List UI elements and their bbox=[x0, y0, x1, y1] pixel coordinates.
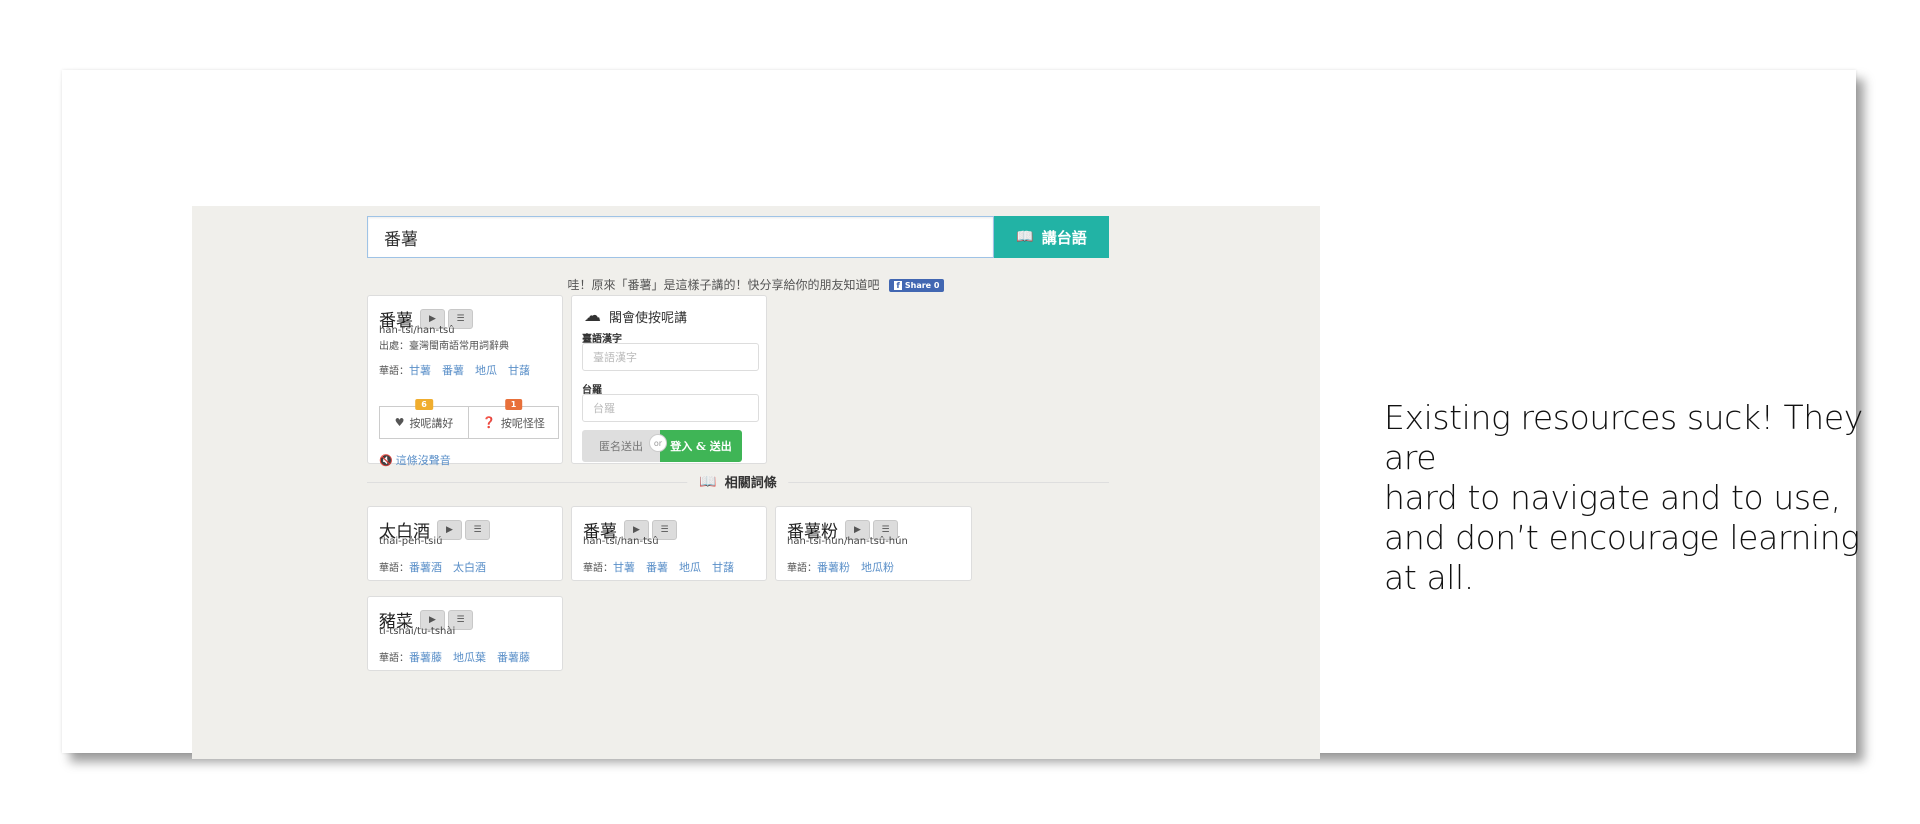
synonyms-label: 華語： bbox=[379, 653, 409, 664]
synonym-link[interactable]: 番薯 bbox=[646, 561, 668, 574]
cloud-upload-icon: ☁ bbox=[584, 306, 601, 326]
book-icon: 📖 bbox=[699, 473, 717, 490]
hanji-input[interactable] bbox=[582, 343, 759, 371]
or-separator: or bbox=[649, 434, 667, 452]
related-card: 番薯 ▶ ☰ han-tsî/han-tsû 華語：甘薯 番薯 地瓜 甘藷 bbox=[571, 506, 767, 581]
heart-icon: ♥ bbox=[394, 416, 405, 429]
related-romanization: han-tsî-hún/han-tsû-hún bbox=[787, 536, 908, 547]
synonyms-label: 華語： bbox=[379, 366, 409, 377]
mute-icon: 🔇 bbox=[379, 453, 393, 467]
synonym-link[interactable]: 地瓜 bbox=[475, 364, 497, 377]
related-card: 番薯粉 ▶ ☰ han-tsî-hún/han-tsû-hún 華語：番薯粉 地瓜… bbox=[775, 506, 972, 581]
vote-weird-label: 按呢怪怪 bbox=[500, 416, 545, 430]
synonym-link[interactable]: 甘薯 bbox=[613, 561, 635, 574]
synonym-link[interactable]: 番薯粉 bbox=[817, 561, 850, 574]
share-text: 哇！原來「番薯」是這樣子講的！快分享給你的朋友知道吧 bbox=[567, 278, 880, 292]
related-synonyms: 華語：番薯藤 地瓜葉 番薯藤 bbox=[379, 649, 541, 665]
synonym-link[interactable]: 甘薯 bbox=[409, 364, 431, 377]
share-message: 哇！原來「番薯」是這樣子講的！快分享給你的朋友知道吧 f Share 0 bbox=[192, 276, 1320, 293]
question-icon: ❓ bbox=[482, 416, 496, 429]
vote-good-button[interactable]: 6 ♥ 按呢講好 bbox=[379, 399, 469, 439]
search-input[interactable] bbox=[367, 216, 994, 258]
synonym-link[interactable]: 地瓜粉 bbox=[861, 561, 894, 574]
synonym-link[interactable]: 甘藷 bbox=[508, 364, 530, 377]
anonymous-submit-button[interactable]: 匿名送出 bbox=[582, 430, 660, 462]
related-card: 豬菜 ▶ ☰ ti-tshài/tu-tshài 華語：番薯藤 地瓜葉 番薯藤 bbox=[367, 596, 563, 671]
facebook-icon: f bbox=[894, 281, 902, 290]
vote-weird-button[interactable]: 1 ❓ 按呢怪怪 bbox=[469, 399, 559, 439]
entry-romanization: han-tsî/han-tsû bbox=[379, 325, 455, 336]
caption-line: Existing resources suck! They are bbox=[1384, 398, 1863, 477]
synonym-link[interactable]: 番薯藤 bbox=[409, 651, 442, 664]
related-romanization: thài-pe̍h-tsiú bbox=[379, 536, 443, 547]
dictionary-screenshot: 📖 講台語 哇！原來「番薯」是這樣子講的！快分享給你的朋友知道吧 fShare … bbox=[192, 206, 1320, 759]
vote-group: 6 ♥ 按呢講好 1 ❓ 按呢怪怪 bbox=[379, 399, 559, 439]
related-synonyms: 華語：番薯粉 地瓜粉 bbox=[787, 559, 905, 575]
list-icon[interactable]: ☰ bbox=[465, 519, 490, 540]
search-bar: 📖 講台語 bbox=[367, 216, 1109, 258]
related-synonyms: 華語：番薯酒 太白酒 bbox=[379, 559, 497, 575]
no-audio-label: 這條沒聲音 bbox=[395, 454, 451, 467]
no-audio-link[interactable]: 🔇 這條沒聲音 bbox=[379, 452, 451, 468]
contribute-title: 閣會使按呢講 bbox=[609, 310, 688, 326]
book-icon: 📖 bbox=[1016, 229, 1034, 245]
caption-line: and don’t encourage learning bbox=[1384, 518, 1860, 557]
synonyms-label: 華語： bbox=[583, 563, 613, 574]
contribute-card: ☁ 閣會使按呢講 臺語漢字 台羅 匿名送出 登入 & 送出 or bbox=[571, 295, 767, 464]
entry-card: 番薯 ▶ ☰ han-tsî/han-tsû 出處：臺灣閩南語常用詞辭典 華語：… bbox=[367, 295, 563, 467]
caption-line: at all. bbox=[1384, 558, 1474, 597]
login-submit-button[interactable]: 登入 & 送出 bbox=[660, 430, 742, 462]
vote-weird-count: 1 bbox=[504, 399, 523, 410]
related-heading: 相關詞條 bbox=[724, 476, 777, 491]
related-synonyms: 華語：甘薯 番薯 地瓜 甘藷 bbox=[583, 559, 745, 575]
synonym-link[interactable]: 番薯藤 bbox=[497, 651, 530, 664]
related-romanization: ti-tshài/tu-tshài bbox=[379, 626, 456, 637]
synonym-link[interactable]: 番薯酒 bbox=[409, 561, 442, 574]
synonym-link[interactable]: 番薯 bbox=[442, 364, 464, 377]
synonyms-label: 華語： bbox=[787, 563, 817, 574]
entry-source: 出處：臺灣閩南語常用詞辭典 bbox=[379, 341, 509, 352]
vote-good-label: 按呢講好 bbox=[409, 416, 454, 430]
related-divider: 📖 相關詞條 bbox=[367, 472, 1109, 492]
vote-good-count: 6 bbox=[415, 399, 433, 410]
entry-synonyms: 華語：甘薯 番薯 地瓜 甘藷 bbox=[379, 362, 541, 378]
synonyms-label: 華語： bbox=[379, 563, 409, 574]
facebook-share-label: Share 0 bbox=[904, 281, 940, 290]
search-button-label: 講台語 bbox=[1041, 228, 1087, 247]
caption-line: hard to navigate and to use, bbox=[1384, 478, 1841, 517]
related-romanization: han-tsî/han-tsû bbox=[583, 536, 659, 547]
synonym-link[interactable]: 太白酒 bbox=[453, 561, 486, 574]
synonym-link[interactable]: 甘藷 bbox=[712, 561, 734, 574]
synonym-link[interactable]: 地瓜 bbox=[679, 561, 701, 574]
slide-panel: 📖 講台語 哇！原來「番薯」是這樣子講的！快分享給你的朋友知道吧 fShare … bbox=[62, 70, 1863, 759]
facebook-share-button[interactable]: f Share 0 bbox=[889, 279, 945, 292]
search-button[interactable]: 📖 講台語 bbox=[994, 216, 1109, 258]
slide-caption: Existing resources suck! They are hard t… bbox=[1384, 398, 1884, 598]
lomaji-input[interactable] bbox=[582, 394, 759, 422]
related-card: 太白酒 ▶ ☰ thài-pe̍h-tsiú 華語：番薯酒 太白酒 bbox=[367, 506, 563, 581]
submit-group: 匿名送出 登入 & 送出 or bbox=[582, 430, 742, 462]
synonym-link[interactable]: 地瓜葉 bbox=[453, 651, 486, 664]
